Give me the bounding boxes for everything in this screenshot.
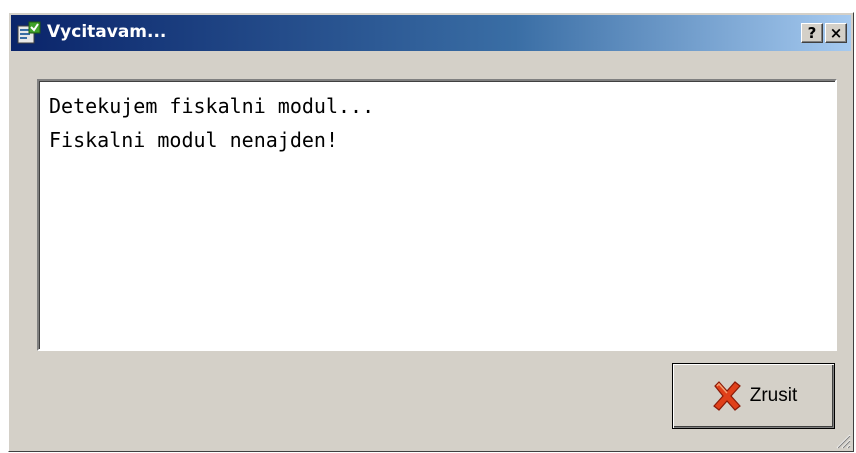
log-line-detecting: Detekujem fiskalni modul...: [49, 94, 375, 118]
progress-dialog: Vycitavam... ? × Detekujem fiskalni modu…: [8, 12, 854, 452]
cancel-button-label: Zrusit: [749, 385, 798, 406]
title-bar[interactable]: Vycitavam... ? ×: [11, 15, 851, 51]
status-log[interactable]: Detekujem fiskalni modul... Fiskalni mod…: [37, 79, 837, 351]
app-icon: [17, 21, 41, 44]
window-title: Vycitavam...: [47, 22, 167, 42]
help-button[interactable]: ?: [801, 23, 823, 43]
cancel-x-icon: [712, 381, 741, 411]
resize-grip-icon[interactable]: [833, 431, 851, 449]
close-button[interactable]: ×: [825, 23, 847, 43]
cancel-button[interactable]: Zrusit: [672, 363, 835, 429]
log-line-not-found: Fiskalni modul nenajden!: [49, 128, 338, 152]
